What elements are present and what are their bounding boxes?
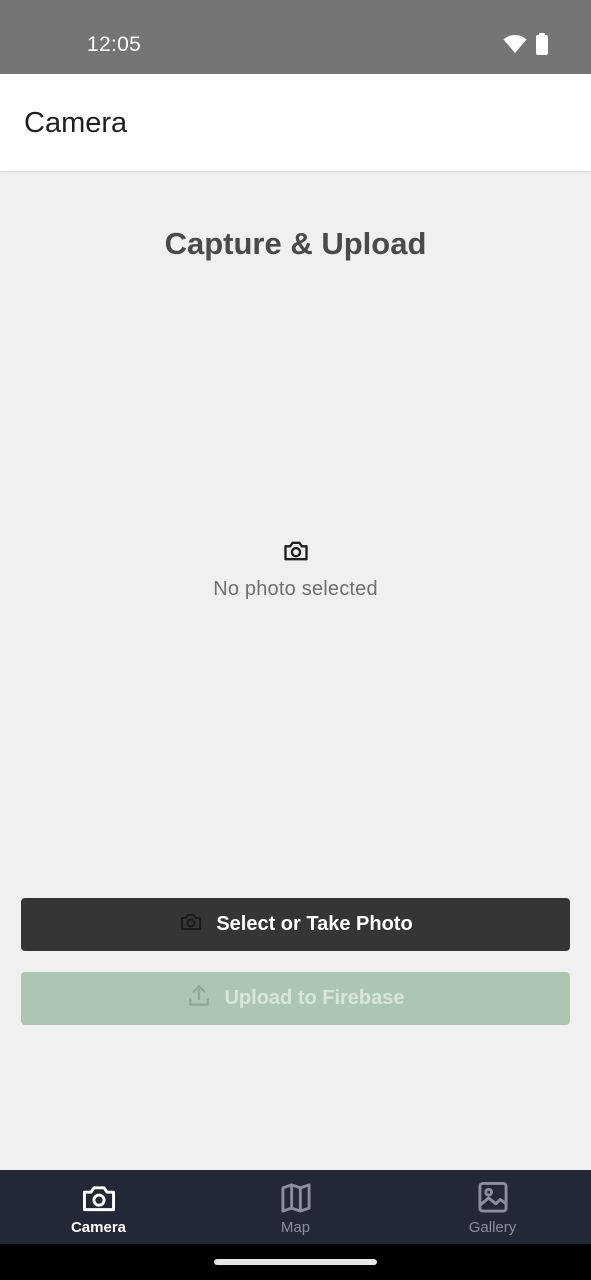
page-heading: Capture & Upload bbox=[164, 226, 427, 261]
select-photo-button[interactable]: Select or Take Photo bbox=[21, 898, 570, 951]
gallery-icon bbox=[475, 1182, 511, 1214]
camera-icon bbox=[81, 1182, 117, 1214]
status-bar: 12:05 bbox=[0, 0, 591, 74]
placeholder-text: No photo selected bbox=[213, 578, 378, 600]
battery-icon bbox=[535, 33, 549, 60]
camera-icon bbox=[282, 537, 310, 565]
app-bar: Camera bbox=[0, 74, 591, 171]
upload-label: Upload to Firebase bbox=[224, 987, 405, 1009]
nav-item-map[interactable]: Map bbox=[197, 1170, 394, 1244]
photo-placeholder: No photo selected bbox=[0, 537, 591, 601]
camera-icon bbox=[178, 910, 204, 940]
app-bar-title: Camera bbox=[24, 107, 128, 139]
upload-button[interactable]: Upload to Firebase bbox=[21, 972, 570, 1025]
status-icons bbox=[503, 33, 549, 60]
nav-item-camera[interactable]: Camera bbox=[0, 1170, 197, 1244]
upload-icon bbox=[186, 983, 212, 1015]
wifi-icon bbox=[503, 33, 527, 60]
nav-label-camera: Camera bbox=[70, 1219, 127, 1236]
nav-label-map: Map bbox=[280, 1219, 311, 1236]
system-gesture-bar bbox=[0, 1244, 591, 1280]
camera-screen: 12:05 Camera Capture & Upload No photo s… bbox=[0, 0, 591, 1280]
status-time: 12:05 bbox=[87, 33, 142, 56]
home-gesture-handle[interactable] bbox=[214, 1259, 377, 1265]
select-photo-label: Select or Take Photo bbox=[216, 913, 413, 935]
nav-label-gallery: Gallery bbox=[468, 1219, 517, 1236]
map-icon bbox=[278, 1182, 314, 1214]
nav-item-gallery[interactable]: Gallery bbox=[394, 1170, 591, 1244]
bottom-navigation: Camera Map Gallery bbox=[0, 1170, 591, 1244]
